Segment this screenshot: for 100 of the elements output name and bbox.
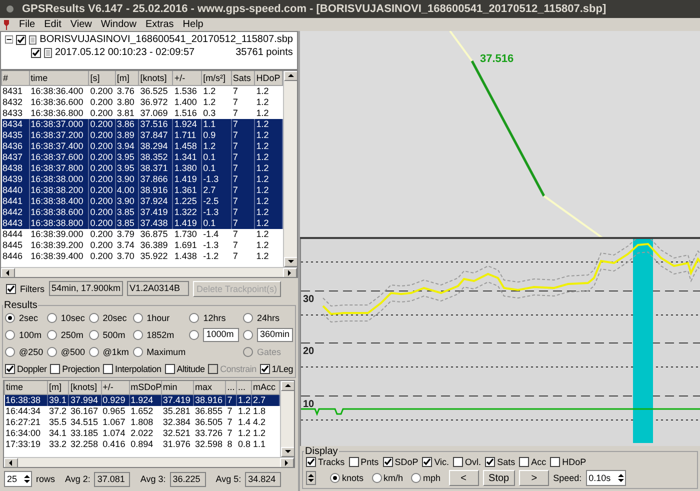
checkbox[interactable] bbox=[5, 364, 15, 374]
menu-item[interactable]: Window bbox=[100, 19, 136, 30]
column-header[interactable]: time bbox=[4, 380, 48, 394]
radio-button[interactable] bbox=[189, 330, 200, 340]
radio-button[interactable] bbox=[5, 347, 15, 357]
column-header[interactable]: min bbox=[161, 380, 194, 394]
column-header[interactable]: +/- bbox=[101, 380, 130, 394]
menu-item[interactable]: Edit bbox=[44, 19, 62, 30]
column-header[interactable]: HDoP bbox=[254, 71, 282, 86]
option-label: Gates bbox=[256, 347, 281, 357]
column-header[interactable]: time bbox=[29, 71, 89, 86]
average-value-field: 36.225 bbox=[170, 472, 206, 487]
left-arrow-icon[interactable] bbox=[7, 458, 15, 466]
radio-button[interactable] bbox=[242, 313, 253, 323]
checkbox[interactable] bbox=[382, 457, 393, 467]
column-header[interactable]: [knots] bbox=[68, 380, 102, 394]
checkbox[interactable] bbox=[6, 284, 16, 294]
checkbox-label: Ovl. bbox=[465, 457, 482, 467]
option-label: Maximum bbox=[146, 347, 186, 357]
up-arrow-icon[interactable] bbox=[284, 382, 292, 390]
column-header[interactable]: [s] bbox=[88, 71, 116, 86]
menu-item[interactable]: File bbox=[19, 19, 36, 30]
collapse-icon[interactable] bbox=[5, 35, 14, 44]
table-cell: 1.2 bbox=[236, 428, 252, 439]
radio-button[interactable] bbox=[189, 313, 200, 323]
radio-button[interactable] bbox=[242, 330, 253, 340]
axis-label: 20 bbox=[303, 346, 314, 357]
column-header[interactable]: mAcc bbox=[252, 380, 280, 394]
radio-button[interactable] bbox=[132, 347, 143, 357]
table-cell: 16:38:38 bbox=[4, 394, 48, 406]
checkbox[interactable] bbox=[453, 457, 464, 467]
radio-button[interactable] bbox=[88, 347, 99, 357]
axis-label: 30 bbox=[303, 294, 314, 305]
checkbox[interactable] bbox=[550, 457, 560, 467]
input-field[interactable]: 360min bbox=[256, 328, 293, 342]
menu-item[interactable]: Extras bbox=[145, 19, 174, 30]
right-arrow-icon[interactable] bbox=[283, 458, 291, 466]
checkbox[interactable] bbox=[519, 457, 530, 467]
column-header[interactable]: max bbox=[194, 380, 226, 394]
window-menu-icon[interactable] bbox=[6, 5, 14, 13]
option-label: 20sec bbox=[102, 313, 127, 323]
column-header[interactable]: Sats bbox=[231, 71, 255, 86]
column-header[interactable]: mSDoP bbox=[129, 380, 162, 394]
column-header[interactable]: +/- bbox=[172, 71, 202, 86]
checkbox[interactable] bbox=[485, 457, 496, 467]
column-header[interactable]: [knots] bbox=[138, 71, 173, 86]
radio-button[interactable] bbox=[330, 473, 340, 483]
table-cell: 16:44:34 bbox=[4, 406, 48, 417]
tree-item[interactable]: 2017.05.12 00:10:23 - 02:09:57 bbox=[55, 47, 195, 58]
column-header[interactable]: # bbox=[2, 71, 30, 86]
playback-button[interactable]: > bbox=[519, 470, 550, 486]
checkbox[interactable] bbox=[422, 457, 432, 467]
table-cell: 8444 bbox=[2, 228, 30, 240]
playback-button[interactable]: < bbox=[448, 470, 479, 486]
spin-arrows-icon[interactable] bbox=[306, 471, 316, 485]
table-cell: 7 bbox=[226, 406, 236, 417]
checkbox[interactable] bbox=[348, 457, 359, 467]
checkbox[interactable] bbox=[103, 364, 114, 374]
spin-arrows-icon[interactable] bbox=[23, 473, 31, 486]
radio-button[interactable] bbox=[88, 330, 99, 340]
window-title: GPSResults V6.147 - 25.02.2016 - www.gps-speed.com - [BORISVUJASINOVI_168600541_20170512_115807.sbp] bbox=[22, 3, 606, 15]
radio-button[interactable] bbox=[88, 313, 99, 323]
checkbox[interactable] bbox=[306, 457, 316, 467]
version-field: V1.2A0314B bbox=[126, 281, 188, 296]
left-arrow-icon[interactable] bbox=[4, 268, 12, 277]
tree-item[interactable]: BORISVUJASINOVI_168600541_20170512_115807.sbp bbox=[40, 34, 293, 45]
checkbox[interactable] bbox=[164, 364, 175, 374]
down-arrow-icon[interactable] bbox=[287, 258, 295, 266]
down-arrow-icon[interactable] bbox=[284, 448, 292, 456]
radio-button[interactable] bbox=[411, 473, 422, 483]
speed-spinner[interactable]: 0.10s bbox=[586, 470, 626, 486]
radio-button[interactable] bbox=[5, 313, 15, 323]
spin-arrows-icon[interactable] bbox=[616, 472, 625, 484]
input-field[interactable]: 1000m bbox=[203, 328, 240, 342]
checkbox[interactable] bbox=[16, 34, 26, 44]
horizontal-scrollbar[interactable] bbox=[4, 456, 294, 466]
radio-button[interactable] bbox=[46, 330, 57, 340]
checkbox[interactable] bbox=[260, 364, 270, 374]
playback-button[interactable]: Stop bbox=[482, 470, 516, 486]
column-header[interactable]: [m/s²] bbox=[202, 71, 232, 86]
radio-button[interactable] bbox=[46, 313, 57, 323]
rows-spinner[interactable]: 25 bbox=[4, 471, 32, 488]
horizontal-scrollbar[interactable] bbox=[1, 266, 297, 277]
column-header[interactable]: ... bbox=[226, 380, 236, 394]
vertical-scrollbar[interactable] bbox=[283, 71, 297, 267]
radio-button[interactable] bbox=[132, 313, 143, 323]
table-cell: 35.5 bbox=[47, 417, 69, 428]
menu-item[interactable]: Help bbox=[182, 19, 204, 30]
radio-button[interactable] bbox=[5, 330, 15, 340]
right-arrow-icon[interactable] bbox=[286, 268, 294, 277]
column-header[interactable]: [m] bbox=[115, 71, 139, 86]
checkbox[interactable] bbox=[50, 364, 60, 374]
vertical-scrollbar[interactable] bbox=[280, 380, 294, 456]
menu-item[interactable]: View bbox=[70, 19, 92, 30]
column-header[interactable]: [m] bbox=[47, 380, 69, 394]
column-header[interactable]: ... bbox=[236, 380, 252, 394]
radio-button[interactable] bbox=[132, 330, 143, 340]
radio-button[interactable] bbox=[46, 347, 57, 357]
radio-button[interactable] bbox=[372, 473, 382, 483]
checkbox[interactable] bbox=[31, 48, 41, 58]
